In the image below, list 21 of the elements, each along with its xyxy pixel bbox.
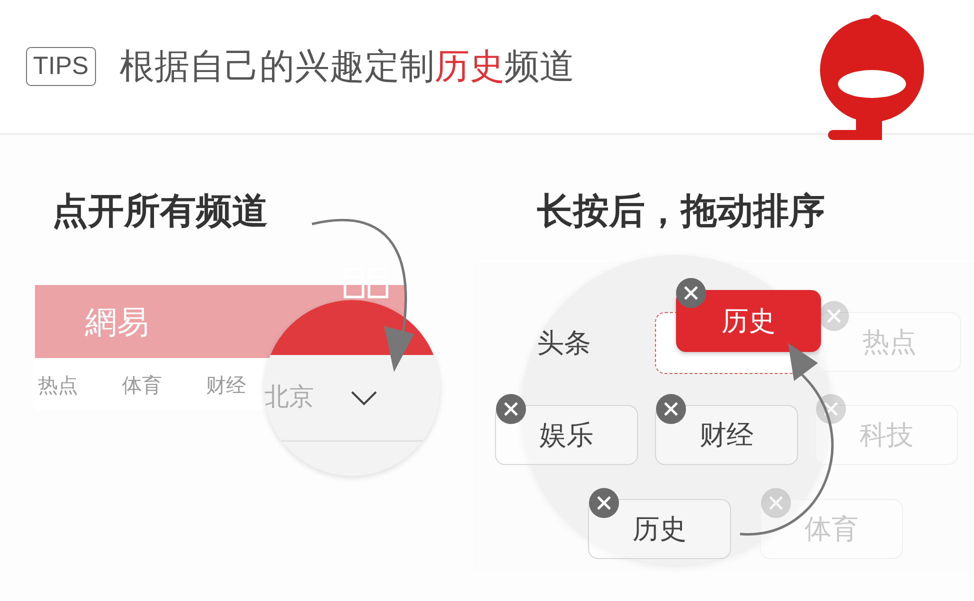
- remove-icon[interactable]: [589, 488, 619, 518]
- channel-tab[interactable]: 体育: [122, 372, 162, 398]
- remove-icon[interactable]: [656, 394, 686, 424]
- channel-tab[interactable]: 北京: [264, 380, 314, 413]
- remove-icon[interactable]: [819, 301, 849, 331]
- dragged-channel-chip[interactable]: 历史: [676, 290, 821, 352]
- channel-tab[interactable]: 财经: [206, 372, 246, 398]
- channel-chip[interactable]: 历史: [588, 499, 731, 559]
- remove-icon[interactable]: [676, 278, 706, 308]
- remove-icon[interactable]: [816, 394, 846, 424]
- section-heading: 点开所有频道: [52, 190, 268, 234]
- header-title: 根据自己的兴趣定制历史频道: [120, 46, 575, 89]
- remove-icon[interactable]: [496, 394, 526, 424]
- channel-chip[interactable]: 财经: [655, 405, 798, 465]
- fixed-channel-label: 头条: [537, 327, 591, 361]
- tips-badge: TIPS: [26, 47, 96, 86]
- channel-chip[interactable]: 娱乐: [495, 405, 638, 465]
- section-heading: 长按后，拖动排序: [537, 190, 825, 234]
- chevron-down-icon[interactable]: [350, 390, 378, 406]
- app-logo: 網易: [85, 302, 149, 343]
- channel-tab[interactable]: 热点: [38, 372, 78, 398]
